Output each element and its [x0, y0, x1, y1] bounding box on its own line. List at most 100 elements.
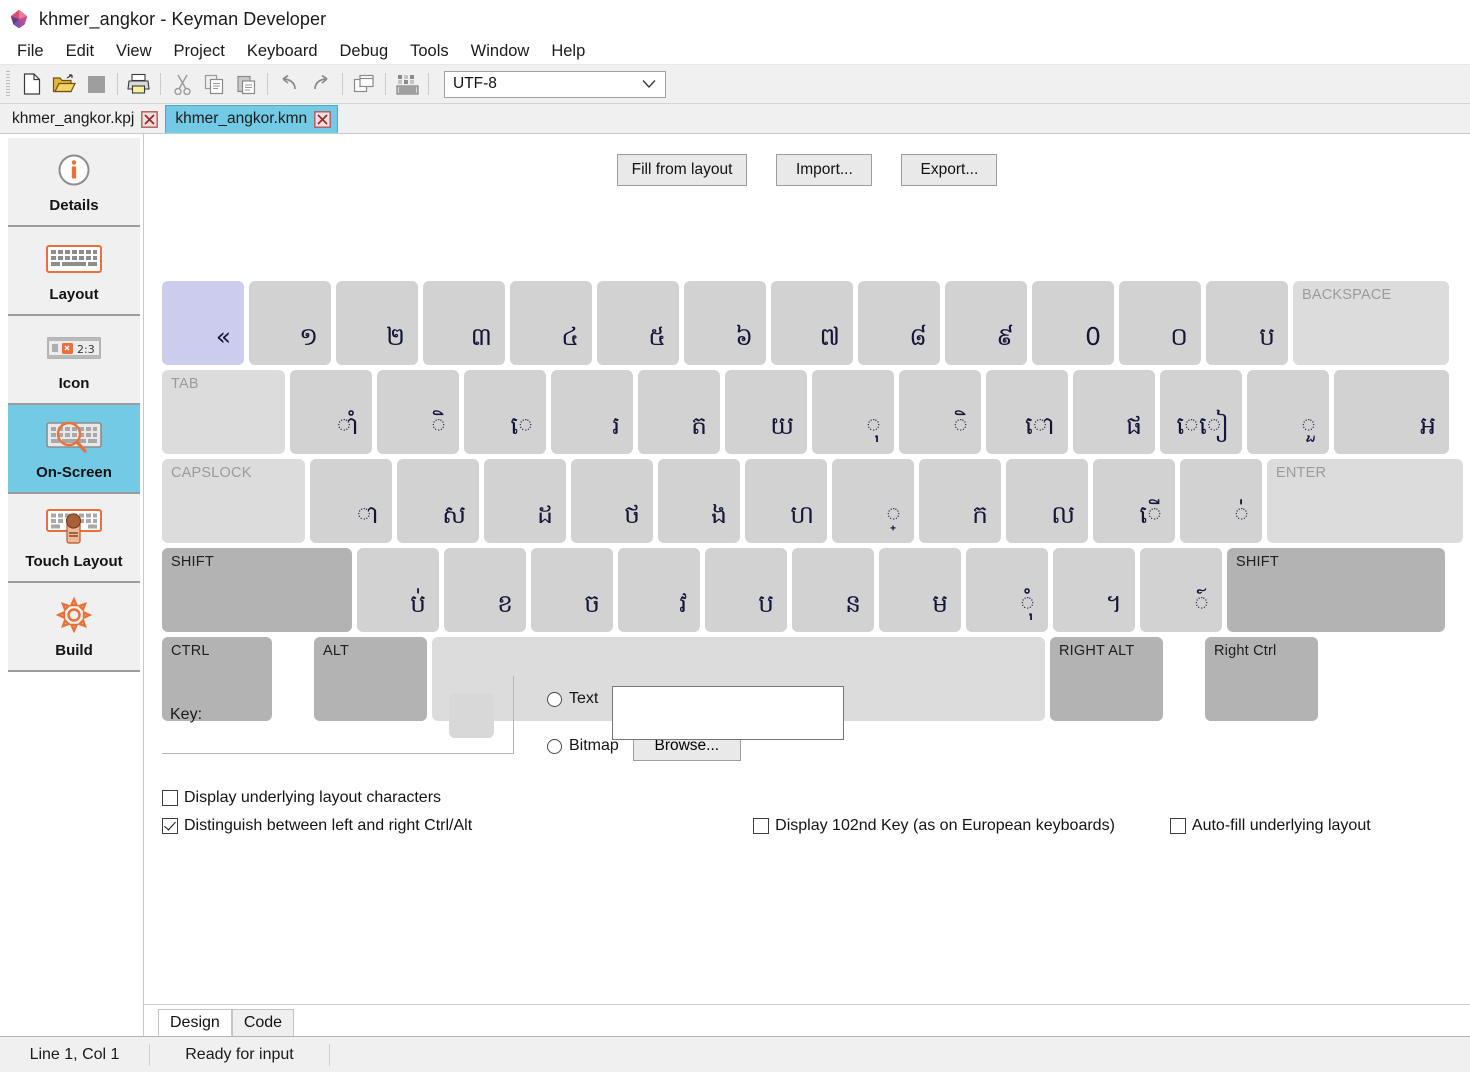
cb-display-underlying[interactable]: Display underlying layout characters — [162, 789, 1470, 807]
key-2-2[interactable]: ស — [397, 459, 479, 543]
key-1-7[interactable]: ុ — [812, 370, 894, 454]
key-3-10[interactable]: ៍ — [1140, 548, 1222, 632]
key-0-8[interactable]: ៨ — [858, 281, 940, 365]
key-2-3[interactable]: ដ — [484, 459, 566, 543]
key-1-9[interactable]: ោ — [986, 370, 1068, 454]
key-2-8[interactable]: ក — [919, 459, 1001, 543]
key-2-6[interactable]: ហ — [745, 459, 827, 543]
key-1-2[interactable]: ិ — [377, 370, 459, 454]
encoding-dropdown[interactable]: UTF-8 — [444, 70, 666, 98]
key-3-4[interactable]: វ — [618, 548, 700, 632]
key-0-7[interactable]: ៧ — [771, 281, 853, 365]
key-0-3[interactable]: ៣ — [423, 281, 505, 365]
menu-keyboard[interactable]: Keyboard — [236, 40, 329, 63]
key-1-13[interactable]: អ — [1334, 370, 1449, 454]
key-shift[interactable]: SHIFT — [1227, 548, 1445, 632]
key-0-12[interactable]: ប — [1206, 281, 1288, 365]
key-0-1[interactable]: ១ — [249, 281, 331, 365]
key-2-5[interactable]: ង — [658, 459, 740, 543]
menu-view[interactable]: View — [105, 40, 162, 63]
key-tab[interactable]: TAB — [162, 370, 285, 454]
open-button[interactable] — [48, 69, 80, 99]
doctab-khmer-angkor-kpj[interactable]: khmer_angkor.kpj — [2, 105, 165, 133]
key-1-5[interactable]: ត — [638, 370, 720, 454]
sidebar-item-build[interactable]: Build — [8, 583, 140, 672]
sidebar-item-icon[interactable]: 2:3 Icon — [8, 316, 140, 405]
key-1-6[interactable]: យ — [725, 370, 807, 454]
toolbar-grip[interactable] — [6, 71, 10, 97]
save-button[interactable] — [80, 69, 112, 99]
key-preview[interactable] — [449, 693, 494, 738]
key-3-8[interactable]: ុំ — [966, 548, 1048, 632]
menu-edit[interactable]: Edit — [55, 40, 105, 63]
key-2-11[interactable]: ់ — [1180, 459, 1262, 543]
menu-help[interactable]: Help — [540, 40, 596, 63]
key-1-3[interactable]: េ — [464, 370, 546, 454]
sidebar-item-on-screen[interactable]: On-Screen — [8, 405, 140, 494]
cb-display-102nd[interactable]: Display 102nd Key (as on European keyboa… — [753, 817, 1115, 835]
key-0-0[interactable]: « — [162, 281, 244, 365]
checkbox-box[interactable] — [162, 790, 178, 806]
cut-button[interactable] — [166, 69, 198, 99]
key-3-2[interactable]: ខ — [444, 548, 526, 632]
key-1-11[interactable]: េៀ — [1160, 370, 1242, 454]
key-2-4[interactable]: ថ — [571, 459, 653, 543]
arrange-windows-button[interactable] — [348, 69, 380, 99]
key-shift[interactable]: SHIFT — [162, 548, 352, 632]
key-1-4[interactable]: រ — [551, 370, 633, 454]
text-radio[interactable] — [547, 691, 562, 707]
tab-code[interactable]: Code — [231, 1009, 295, 1036]
key-0-11[interactable]: ០ — [1119, 281, 1201, 365]
key-2-7[interactable]: ្ — [832, 459, 914, 543]
menu-tools[interactable]: Tools — [399, 40, 460, 63]
cb-autofill-layout[interactable]: Auto-fill underlying layout — [1169, 817, 1371, 835]
fill-from-layout-button[interactable]: Fill from layout — [616, 154, 748, 186]
undo-button[interactable] — [273, 69, 305, 99]
checkbox-box[interactable] — [162, 818, 178, 834]
key-backspace[interactable]: BACKSPACE — [1293, 281, 1449, 365]
key-0-9[interactable]: ៩ — [945, 281, 1027, 365]
new-button[interactable] — [16, 69, 48, 99]
redo-button[interactable] — [305, 69, 337, 99]
key-2-9[interactable]: ល — [1006, 459, 1088, 543]
key-1-12[interactable]: ួ — [1247, 370, 1329, 454]
key-capslock[interactable]: CAPSLOCK — [162, 459, 305, 543]
close-icon[interactable] — [140, 110, 158, 128]
key-2-10[interactable]: ើ — [1093, 459, 1175, 543]
sidebar-item-touch-layout[interactable]: Touch Layout — [8, 494, 140, 583]
sidebar-item-details[interactable]: Details — [8, 138, 140, 227]
paste-button[interactable] — [230, 69, 262, 99]
print-button[interactable] — [123, 69, 155, 99]
key-1-10[interactable]: ផ — [1073, 370, 1155, 454]
export-button[interactable]: Export... — [901, 154, 998, 186]
key-0-2[interactable]: ២ — [336, 281, 418, 365]
import-button[interactable]: Import... — [776, 154, 873, 186]
menu-file[interactable]: File — [6, 40, 55, 63]
key-text-input[interactable] — [612, 686, 845, 740]
checkbox-box[interactable] — [1169, 818, 1186, 834]
key-1-1[interactable]: ាំ — [290, 370, 372, 454]
key-2-1[interactable]: ា — [310, 459, 392, 543]
tab-design[interactable]: Design — [158, 1009, 232, 1036]
key-3-9[interactable]: ។ — [1053, 548, 1135, 632]
doctab-khmer-angkor-kmn[interactable]: khmer_angkor.kmn — [165, 105, 339, 133]
menu-debug[interactable]: Debug — [329, 40, 400, 63]
key-3-3[interactable]: ច — [531, 548, 613, 632]
key-0-5[interactable]: ៥ — [597, 281, 679, 365]
key-0-6[interactable]: ៦ — [684, 281, 766, 365]
bitmap-radio[interactable] — [547, 738, 562, 754]
key-1-8[interactable]: ិ — [899, 370, 981, 454]
close-icon[interactable] — [313, 110, 331, 128]
key-3-1[interactable]: ប់ — [357, 548, 439, 632]
menu-window[interactable]: Window — [460, 40, 541, 63]
copy-button[interactable] — [198, 69, 230, 99]
checkbox-box[interactable] — [753, 818, 770, 834]
key-0-10[interactable]: 0 — [1032, 281, 1114, 365]
key-3-7[interactable]: ម — [879, 548, 961, 632]
key-enter[interactable]: ENTER — [1267, 459, 1463, 543]
key-0-4[interactable]: ៤ — [510, 281, 592, 365]
key-3-6[interactable]: ន — [792, 548, 874, 632]
sidebar-item-layout[interactable]: Layout — [8, 227, 140, 316]
cb-distinguish-ctrl-alt[interactable]: Distinguish between left and right Ctrl/… — [162, 817, 472, 835]
character-map-button[interactable] — [391, 69, 423, 99]
